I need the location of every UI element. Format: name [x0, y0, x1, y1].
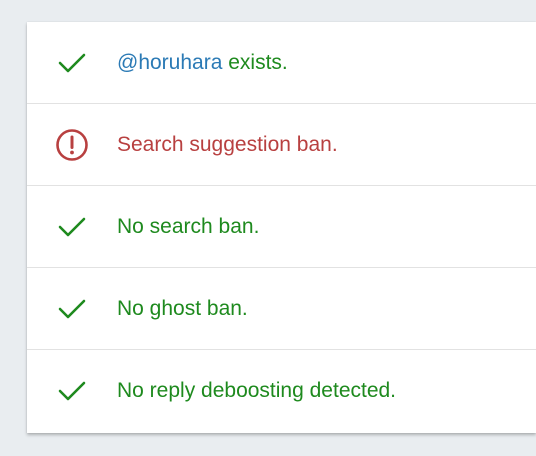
check-icon	[55, 210, 89, 244]
check-icon	[55, 46, 89, 80]
check-icon	[55, 292, 89, 326]
result-row-ghost-ban: No ghost ban.	[27, 268, 536, 350]
result-text: @horuhara exists.	[117, 51, 288, 75]
result-row-search-ban: No search ban.	[27, 186, 536, 268]
result-row-reply-deboosting: No reply deboosting detected.	[27, 350, 536, 432]
result-text: No reply deboosting detected.	[117, 379, 397, 402]
result-row-exists: @horuhara exists.	[27, 22, 536, 104]
alert-circle-icon	[55, 128, 89, 162]
result-text: No search ban.	[117, 214, 260, 238]
check-icon	[55, 374, 89, 408]
handle-link[interactable]: @horuhara	[117, 51, 222, 74]
result-row-search-suggestion-ban: Search suggestion ban.	[27, 104, 536, 186]
result-text: Search suggestion ban.	[117, 132, 338, 156]
results-card: @horuhara exists. Search suggestion ban.…	[27, 22, 536, 433]
result-text: No ghost ban.	[117, 296, 248, 320]
exists-label: exists.	[222, 50, 288, 74]
